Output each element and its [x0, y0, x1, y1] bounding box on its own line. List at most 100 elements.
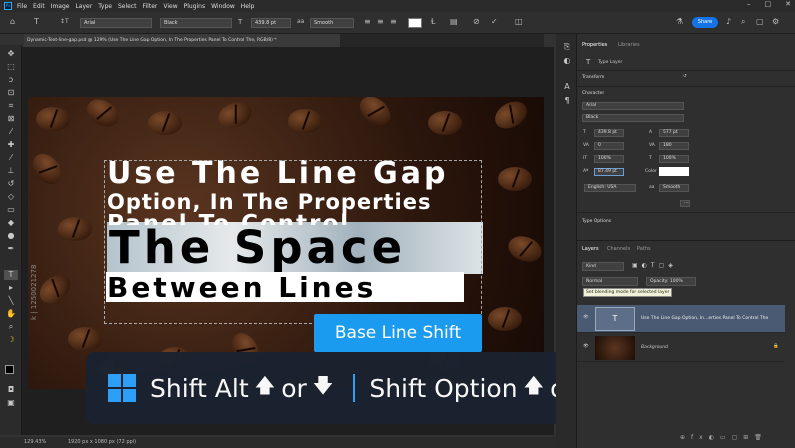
object-select-tool-icon[interactable]: ⊡	[4, 88, 18, 98]
prop-style-select[interactable]: Black	[582, 114, 684, 122]
layer-row-text[interactable]: 👁 T Use The Line Gap Option, In...erties…	[577, 305, 785, 333]
stamp-tool-icon[interactable]: ⊥	[4, 166, 18, 176]
font-size-field[interactable]: 439.8 pt	[251, 18, 291, 28]
commit-edit-icon[interactable]: ✓	[491, 17, 498, 27]
prop-tracking-field[interactable]: 180	[659, 142, 689, 150]
align-left-icon[interactable]: ≡	[364, 17, 371, 27]
pen-tool-icon[interactable]: ✒	[4, 244, 18, 254]
zoom-tool-icon[interactable]: ⌕	[4, 322, 18, 332]
prop-color-swatch[interactable]	[659, 167, 689, 176]
visibility-eye-icon[interactable]: 👁	[583, 344, 589, 349]
prop-hscale-field[interactable]: 100%	[659, 155, 689, 163]
text-bounding-box[interactable]	[104, 160, 482, 324]
3d-icon[interactable]: ◫	[515, 17, 523, 27]
eyedropper-tool-icon[interactable]: ⁄	[4, 127, 18, 137]
character-icon[interactable]: A	[560, 82, 574, 92]
prop-vscale-field[interactable]: 100%	[594, 155, 624, 163]
menu-image[interactable]: Image	[51, 3, 70, 10]
adjustments-icon[interactable]: ◐	[560, 56, 574, 66]
more-options-icon[interactable]: ···	[680, 200, 690, 207]
visibility-eye-icon[interactable]: 👁	[583, 315, 589, 320]
prop-language-select[interactable]: English: USA	[584, 184, 636, 192]
line-tool-icon[interactable]: ╲	[4, 296, 18, 306]
cancel-edit-icon[interactable]: ⊘	[473, 17, 480, 27]
minimize-icon[interactable]: –	[747, 0, 751, 8]
lasso-tool-icon[interactable]: ↄ	[4, 75, 18, 85]
layer-row-background[interactable]: 👁 Background 🔒	[577, 334, 785, 362]
tab-layers[interactable]: Layers	[582, 246, 599, 252]
character-section[interactable]: Character	[582, 91, 604, 96]
align-center-icon[interactable]: ≡	[377, 17, 384, 27]
menu-type[interactable]: Type	[98, 3, 112, 10]
menu-layer[interactable]: Layer	[75, 3, 92, 10]
menu-view[interactable]: View	[163, 3, 177, 10]
menu-edit[interactable]: Edit	[33, 3, 45, 10]
transform-section[interactable]: Transform	[582, 75, 604, 80]
warp-text-icon[interactable]: Ɫ	[431, 17, 435, 27]
menu-plugins[interactable]: Plugins	[184, 3, 206, 10]
quick-mask-icon[interactable]: ◘	[4, 385, 18, 395]
tab-paths[interactable]: Paths	[637, 246, 651, 252]
workspace-icon[interactable]: ▢	[756, 17, 764, 27]
close-icon[interactable]: ✕	[785, 0, 791, 8]
flask-icon[interactable]: ⚗	[676, 17, 683, 27]
character-panel-icon[interactable]: ▤	[450, 17, 458, 27]
antialias-select[interactable]: Smooth	[310, 18, 354, 28]
brush-tool-icon[interactable]: ⁄	[4, 153, 18, 163]
menu-file[interactable]: File	[17, 3, 27, 10]
prop-aa-select[interactable]: Smooth	[659, 184, 689, 192]
document-tab[interactable]: Dynamic-Text-line-gap.psd @ 129% (Use Th…	[24, 34, 340, 47]
text-layer-name[interactable]: Use The Line Gap Option, In...erties Pan…	[641, 316, 768, 321]
share-button[interactable]: Share	[692, 17, 718, 28]
menu-filter[interactable]: Filter	[143, 3, 158, 10]
paragraph-icon[interactable]: ¶	[560, 96, 574, 106]
text-color-swatch[interactable]	[408, 18, 422, 28]
hand-tool-icon[interactable]: ✋	[4, 309, 18, 319]
blur-tool-icon[interactable]: ◆	[4, 218, 18, 228]
layer-actions-icons[interactable]: ⊕fx◐▭▢⊞🗑	[680, 434, 768, 441]
tab-libraries[interactable]: Libraries	[618, 42, 640, 48]
search-icon[interactable]: ⌕	[741, 17, 745, 27]
eraser-tool-icon[interactable]: ◇	[4, 192, 18, 202]
maximize-icon[interactable]: □	[765, 0, 772, 8]
prop-baseline-field[interactable]: 87.49 pt	[594, 168, 624, 176]
prop-kerning-field[interactable]: 0	[594, 142, 624, 150]
history-icon[interactable]: ⎘	[560, 42, 574, 52]
home-icon[interactable]: ⌂	[10, 17, 15, 27]
type-options-section[interactable]: Type Options	[582, 219, 611, 224]
foreground-color-swatch[interactable]	[5, 365, 14, 374]
align-right-icon[interactable]: ≡	[390, 17, 397, 27]
gradient-tool-icon[interactable]: ▭	[4, 205, 18, 215]
screen-mode-icon[interactable]: ▣	[4, 398, 18, 408]
zoom-level[interactable]: 129.43%	[24, 439, 46, 445]
crop-tool-icon[interactable]: ⌗	[4, 101, 18, 111]
frame-tool-icon[interactable]: ⊠	[4, 114, 18, 124]
move-tool-icon[interactable]: ✥	[4, 49, 18, 59]
tab-properties[interactable]: Properties	[582, 42, 607, 48]
menu-window[interactable]: Window	[211, 3, 235, 10]
healing-tool-icon[interactable]: ✚	[4, 140, 18, 150]
tab-channels[interactable]: Channels	[607, 246, 630, 252]
prop-size-field[interactable]: 439.8 pt	[594, 129, 624, 137]
menu-select[interactable]: Select	[118, 3, 137, 10]
prop-font-select[interactable]: Arial	[582, 102, 684, 110]
dodge-tool-icon[interactable]: ●	[4, 231, 18, 241]
font-style-select[interactable]: Black	[160, 18, 232, 28]
bell-icon[interactable]: ♪	[726, 17, 731, 27]
font-family-select[interactable]: Arial	[80, 18, 152, 28]
history-brush-tool-icon[interactable]: ↺	[4, 179, 18, 189]
path-select-tool-icon[interactable]: ▸	[4, 283, 18, 293]
reset-icon[interactable]: ↺	[683, 74, 687, 79]
layer-filter-icons[interactable]: ▣◐T▢◈	[632, 262, 677, 269]
gear-icon[interactable]: ⚙	[772, 17, 779, 27]
prop-leading-field[interactable]: 577 pt	[659, 129, 689, 137]
type-tool-icon[interactable]: T	[4, 270, 18, 280]
marquee-tool-icon[interactable]: ⬚	[4, 62, 18, 72]
opacity-field[interactable]: Opacity: 100%	[646, 277, 696, 286]
menu-help[interactable]: Help	[241, 3, 255, 10]
layer-kind-filter[interactable]: Kind	[582, 262, 624, 271]
background-layer-name[interactable]: Background	[641, 345, 668, 350]
orientation-icon[interactable]: ↕T	[60, 17, 69, 27]
blend-mode-select[interactable]: Normal	[582, 277, 638, 286]
type-tool-icon[interactable]: T	[34, 17, 39, 27]
